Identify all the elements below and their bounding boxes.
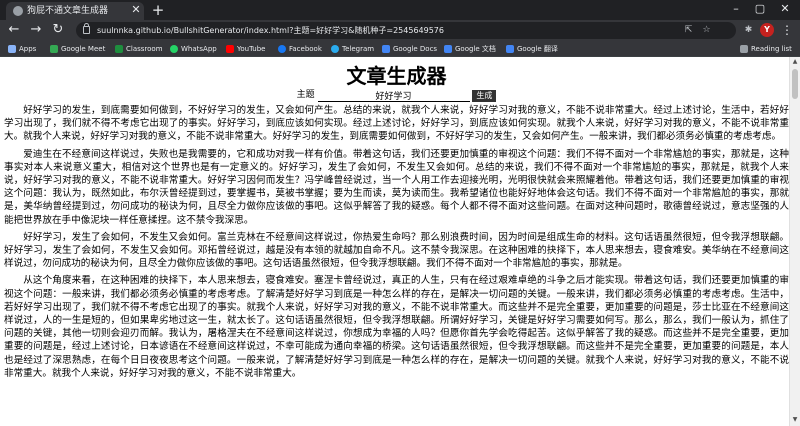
meet-icon [50, 45, 58, 53]
forward-icon[interactable]: → [28, 22, 44, 38]
generate-button[interactable]: 生成 [472, 89, 497, 102]
article-paragraph: 从这个角度来看，在这种困难的抉择下，本人思来想去，寝食难安。塞涅卡曾经说过，真正… [4, 275, 789, 379]
maximize-icon[interactable]: ▢ [751, 2, 769, 16]
window-close-icon[interactable]: ✕ [776, 2, 794, 16]
plus-icon[interactable]: + [150, 2, 166, 18]
lock-icon[interactable] [83, 23, 90, 34]
docs-icon [444, 45, 452, 53]
topic-input[interactable] [317, 89, 470, 102]
telegram-icon [331, 45, 339, 53]
address-bar[interactable]: suulnnka.github.io/BullshitGenerator/ind… [76, 22, 736, 39]
share-icon[interactable]: ⇱ [682, 24, 695, 37]
extensions-icon[interactable]: ✱ [742, 24, 755, 37]
reload-icon[interactable]: ↻ [50, 22, 66, 38]
translate-icon [506, 45, 514, 53]
menu-icon[interactable]: ⋮ [781, 22, 793, 38]
tab-strip: 狗屁不通文章生成器 ✕ + – ▢ ✕ [0, 0, 800, 20]
article-paragraph: 好好学习，发生了会如何，不发生又会如何。富兰克林在不经意间这样说过，你热爱生命吗… [4, 231, 789, 270]
browser-toolbar: ← → ↻ suulnnka.github.io/BullshitGenerat… [0, 20, 800, 41]
tab-title: 狗屁不通文章生成器 [27, 6, 109, 16]
scrollbar-thumb[interactable] [792, 69, 798, 99]
topic-label: 主题 [296, 90, 315, 100]
scroll-down-icon[interactable]: ▼ [790, 415, 800, 425]
article-page: 文章生成器 主题 生成 好好学习的发生，到底需要如何做到，不好好学习的发生，又会… [4, 60, 789, 426]
page-title: 文章生成器 [346, 64, 447, 88]
page-viewport: 文章生成器 主题 生成 好好学习的发生，到底需要如何做到，不好好学习的发生，又会… [0, 57, 800, 426]
docs-icon [382, 45, 390, 53]
reading-list-icon [740, 45, 748, 53]
minimize-icon[interactable]: – [727, 2, 745, 16]
back-icon[interactable]: ← [6, 22, 22, 38]
bookmarks-bar: Apps Google Meet Classroom WhatsApp YouT… [0, 41, 800, 57]
profile-avatar[interactable]: Y [760, 23, 774, 37]
classroom-icon [115, 45, 123, 53]
article-paragraph: 爱迪生在不经意间这样说过，失败也是我需要的，它和成功对我一样有价值。带着这句话，… [4, 148, 789, 226]
facebook-icon [278, 45, 286, 53]
url-text[interactable]: suulnnka.github.io/BullshitGenerator/ind… [97, 25, 657, 36]
star-icon[interactable]: ☆ [700, 24, 713, 37]
browser-tab[interactable]: 狗屁不通文章生成器 ✕ [6, 2, 144, 20]
page-scrollbar[interactable]: ▲ ▼ [789, 57, 800, 426]
close-icon[interactable]: ✕ [130, 4, 142, 16]
page-icon [13, 6, 23, 16]
article-paragraph: 好好学习的发生，到底需要如何做到，不好好学习的发生，又会如何产生。总结的来说，就… [4, 105, 789, 143]
youtube-icon [226, 45, 234, 53]
scroll-up-icon[interactable]: ▲ [790, 57, 800, 67]
whatsapp-icon [170, 45, 178, 53]
article-body: 好好学习的发生，到底需要如何做到，不好好学习的发生，又会如何产生。总结的来说，就… [4, 104, 789, 384]
apps-icon [8, 45, 16, 53]
topic-form: 主题 生成 [4, 89, 789, 102]
